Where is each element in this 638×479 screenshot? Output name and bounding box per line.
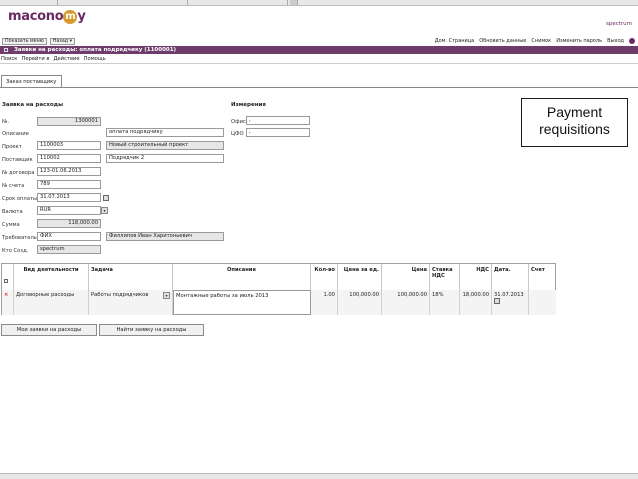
supplier-label: Поставщик xyxy=(2,157,33,163)
requester-name: Филлипов Иван Харитоньевич xyxy=(106,232,224,241)
requester-field[interactable]: ФИХ xyxy=(37,232,101,241)
row-select[interactable]: × xyxy=(2,290,14,315)
top-links: Дом. Страница Обновить данные Снимок Изм… xyxy=(435,38,635,44)
nav-buttons: Показать меню Назад ▾ xyxy=(2,38,76,45)
status-strip xyxy=(0,473,638,479)
currency-dropdown-icon[interactable]: ▾ xyxy=(101,207,108,214)
window-icon xyxy=(4,48,8,52)
created-by-field: spectrum xyxy=(37,245,101,254)
description-label: Описание xyxy=(2,131,29,137)
requester-label: Требователь xyxy=(2,235,37,241)
tab-divider xyxy=(0,87,638,88)
tab-supplier-order[interactable]: Заказ поставщику xyxy=(1,75,62,87)
col-task: Задача xyxy=(89,264,173,290)
cell-task-value: Работы подрядчиков xyxy=(91,292,149,298)
contract-field[interactable]: 123-01.06.2013 xyxy=(37,167,101,176)
col-vat: НДС xyxy=(460,264,492,290)
cfo-field[interactable]: , xyxy=(246,128,310,137)
window-title: Заявки на расходы: оплата подрядчику (11… xyxy=(14,47,177,53)
task-dropdown-icon[interactable]: ▾ xyxy=(163,292,170,299)
menu-action[interactable]: Действие xyxy=(54,55,80,63)
cell-date[interactable]: 31.07.2013 xyxy=(492,290,529,315)
home-link[interactable]: Дом. Страница xyxy=(435,38,475,44)
supplier-field[interactable]: 110002 xyxy=(37,154,101,163)
col-price: Цена xyxy=(382,264,430,290)
cell-activity[interactable]: Договорные расходы xyxy=(14,290,89,315)
due-date-field[interactable]: 31.07.2013 xyxy=(37,193,101,202)
office-field[interactable]: , xyxy=(246,116,310,125)
cfo-label: ЦФО xyxy=(231,131,244,137)
col-activity: Вид деятельности xyxy=(14,264,89,290)
cell-vat-rate[interactable]: 18% xyxy=(430,290,460,315)
col-qty: Кол-во xyxy=(311,264,338,290)
payment-requisitions-callout: Payment requisitions xyxy=(521,98,628,147)
dimensions-title: Измерения xyxy=(231,102,266,108)
menu-help[interactable]: Помощь xyxy=(84,55,106,63)
col-description: Описание xyxy=(173,264,311,290)
app-header xyxy=(0,6,638,36)
currency-label: Валюта xyxy=(2,209,23,215)
callout-line-2: requisitions xyxy=(539,121,610,137)
number-field: 1300001 xyxy=(37,117,101,126)
grid-select-header xyxy=(2,264,14,290)
currency-field[interactable]: RUR xyxy=(37,206,101,215)
cell-description[interactable]: Монтажные работы за июль 2013 xyxy=(173,290,311,315)
amount-label: Сумма xyxy=(2,222,20,228)
callout-line-1: Payment xyxy=(546,104,603,120)
col-account: Счет xyxy=(531,267,545,273)
supplier-name: Подрядчик 2 xyxy=(106,154,224,163)
menu-goto[interactable]: Перейти в xyxy=(21,55,49,63)
cell-task[interactable]: Работы подрядчиков ▾ xyxy=(89,290,173,315)
amount-field: 118,000.00 xyxy=(37,219,101,228)
description-field[interactable]: оплата подрядчику xyxy=(106,128,224,137)
invoice-field[interactable]: 789 xyxy=(37,180,101,189)
find-request-button[interactable]: Найти заявку на расходы xyxy=(99,324,204,336)
col-vat-rate: Ставка НДС xyxy=(430,264,460,290)
calendar-icon[interactable] xyxy=(103,195,109,201)
delete-row-icon[interactable]: × xyxy=(4,292,8,298)
snapshot-link[interactable]: Снимок xyxy=(531,38,551,44)
logout-link[interactable]: Выход xyxy=(607,38,624,44)
col-date: Дата. xyxy=(492,264,529,290)
office-label: Офис xyxy=(231,119,246,125)
refresh-link[interactable]: Обновить данные xyxy=(479,38,526,44)
cell-price: 100,000.00 xyxy=(382,290,430,315)
menu-search[interactable]: Поиск xyxy=(1,55,17,63)
cell-account[interactable] xyxy=(529,290,556,315)
user-name: spectrum xyxy=(605,21,632,27)
menu-row: Поиск Перейти в Действие Помощь xyxy=(0,55,638,64)
change-password-link[interactable]: Изменить пароль xyxy=(556,38,602,44)
settings-icon[interactable] xyxy=(629,38,635,44)
project-label: Проект xyxy=(2,144,22,150)
show-menu-button[interactable]: Показать меню xyxy=(2,38,47,45)
lines-grid: Вид деятельности Задача Описание Кол-во … xyxy=(1,263,556,315)
back-button[interactable]: Назад ▾ xyxy=(49,38,76,45)
cell-vat: 18,000.00 xyxy=(460,290,492,315)
project-name: Новый строительный проект xyxy=(106,141,224,150)
my-requests-button[interactable]: Мои заявки на расходы xyxy=(1,324,97,336)
maconomy-logo: macono m y xyxy=(8,9,86,24)
contract-label: № договора xyxy=(2,170,35,176)
window-title-bar: Заявки на расходы: оплата подрядчику (11… xyxy=(0,46,638,54)
cell-qty[interactable]: 1.00 xyxy=(311,290,338,315)
row-calendar-icon[interactable] xyxy=(494,298,500,304)
col-unit-price: Цена за ед. xyxy=(338,264,382,290)
cell-unit-price[interactable]: 100,000.00 xyxy=(338,290,382,315)
request-title: Заявка на расходы xyxy=(2,102,64,108)
invoice-label: № счета xyxy=(2,183,25,189)
created-by-label: Кто Созд. xyxy=(2,248,29,254)
number-label: №. xyxy=(2,119,10,125)
due-date-label: Срок оплаты xyxy=(2,196,38,202)
project-field[interactable]: 1100003 xyxy=(37,141,101,150)
